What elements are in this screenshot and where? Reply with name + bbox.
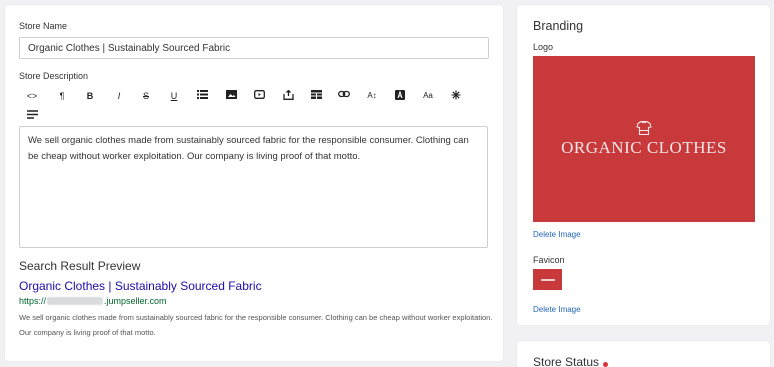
branding-title: Branding: [533, 19, 584, 33]
editor-toolbar: <> ¶ B I S U A↕ Aa: [20, 90, 490, 126]
store-description-label: Store Description: [19, 71, 89, 81]
search-preview-heading: Search Result Preview: [19, 259, 141, 273]
underline-icon[interactable]: U: [167, 90, 181, 102]
store-description-value: We sell organic clothes made from sustai…: [28, 135, 469, 162]
store-name-label: Store Name: [19, 21, 68, 31]
search-preview-url-prefix: https://: [19, 296, 47, 306]
search-preview-description: We sell organic clothes made from sustai…: [19, 313, 493, 337]
favicon-image[interactable]: [533, 269, 562, 290]
italic-icon[interactable]: I: [112, 90, 126, 102]
image-icon[interactable]: [224, 90, 238, 102]
delete-logo-link[interactable]: Delete Image: [533, 230, 581, 239]
store-name-value: Organic Clothes | Sustainably Sourced Fa…: [28, 42, 231, 54]
logo-image[interactable]: ORGANIC CLOTHES: [533, 56, 755, 222]
logo-text: ORGANIC CLOTHES: [561, 138, 727, 157]
logo-label: Logo: [533, 42, 554, 52]
search-preview-title: Organic Clothes | Sustainably Sourced Fa…: [19, 279, 262, 293]
font-size-icon[interactable]: A↕: [365, 90, 379, 102]
status-indicator: [603, 362, 608, 367]
list-icon[interactable]: [195, 90, 209, 102]
store-description-textarea[interactable]: We sell organic clothes made from sustai…: [19, 126, 488, 248]
link-icon[interactable]: [337, 90, 351, 102]
align-icon[interactable]: [25, 110, 39, 122]
video-icon[interactable]: [252, 90, 266, 102]
code-icon[interactable]: <>: [25, 90, 39, 102]
favicon-label: Favicon: [533, 255, 565, 265]
text-style-icon[interactable]: Aa: [421, 90, 435, 102]
favicon-mark: [540, 278, 555, 281]
redacted-subdomain: [47, 297, 104, 305]
bold-icon[interactable]: B: [83, 90, 97, 102]
table-icon[interactable]: [309, 90, 323, 102]
search-preview-url-suffix: .jumpseller.com: [104, 296, 167, 306]
store-name-input[interactable]: Organic Clothes | Sustainably Sourced Fa…: [19, 37, 489, 59]
font-color-icon[interactable]: [393, 90, 407, 102]
file-icon[interactable]: [281, 90, 295, 102]
delete-favicon-link[interactable]: Delete Image: [533, 305, 581, 314]
paragraph-icon[interactable]: ¶: [55, 90, 69, 102]
special-char-icon[interactable]: [449, 90, 463, 102]
branding-card: Branding Logo ORGANIC CLOTHES Delete Ima…: [517, 5, 770, 325]
search-preview-url: https:// .jumpseller.com: [19, 296, 167, 306]
strikethrough-icon[interactable]: S: [139, 90, 153, 102]
shirt-icon: [636, 120, 652, 136]
store-status-card: Store Status: [517, 341, 770, 367]
store-status-title: Store Status: [533, 355, 600, 367]
